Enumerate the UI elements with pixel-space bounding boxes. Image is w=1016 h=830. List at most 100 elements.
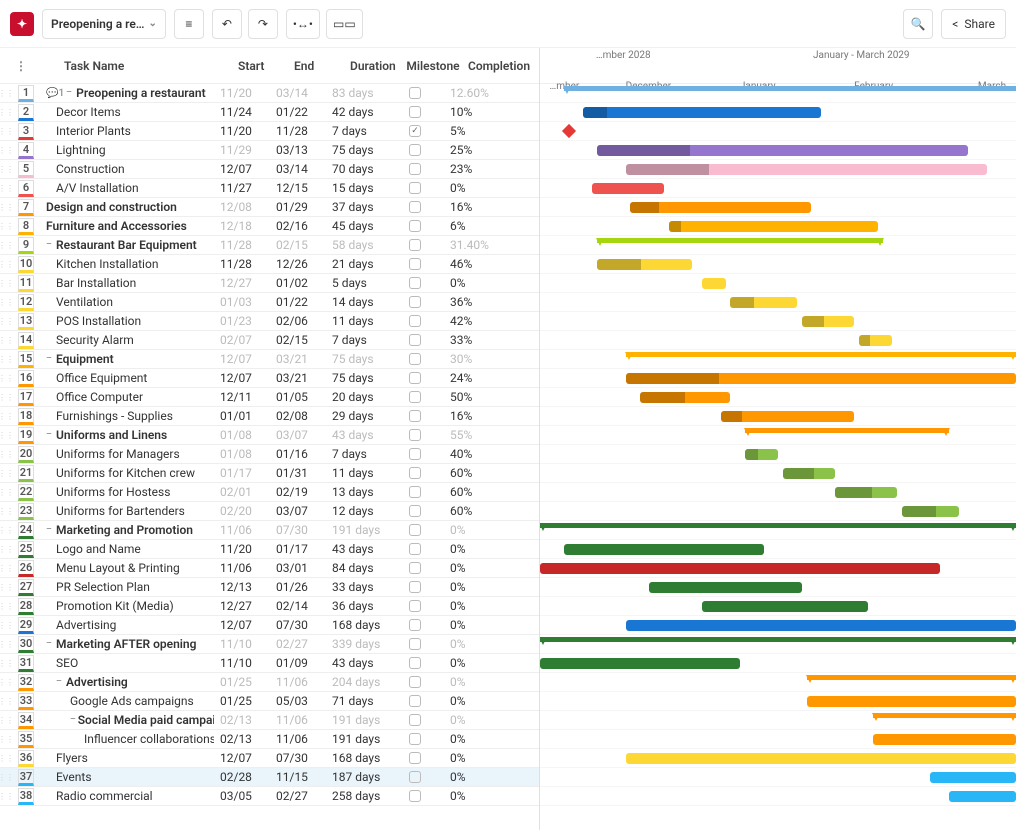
completion-cell[interactable]: 0% bbox=[444, 599, 514, 613]
duration-cell[interactable]: 71 days bbox=[326, 694, 386, 708]
completion-cell[interactable]: 0% bbox=[444, 675, 514, 689]
end-cell[interactable]: 02/27 bbox=[270, 637, 326, 651]
table-row[interactable]: ⋮⋮17Office Computer12/1101/0520 days50% bbox=[0, 388, 539, 407]
milestone-checkbox[interactable] bbox=[409, 239, 421, 251]
completion-cell[interactable]: 0% bbox=[444, 751, 514, 765]
collapse-icon[interactable]: – bbox=[46, 525, 54, 535]
task-bar[interactable] bbox=[597, 145, 968, 156]
completion-cell[interactable]: 0% bbox=[444, 580, 514, 594]
end-cell[interactable]: 02/19 bbox=[270, 485, 326, 499]
table-row[interactable]: ⋮⋮30–Marketing AFTER opening11/1002/2733… bbox=[0, 635, 539, 654]
gantt-row[interactable] bbox=[540, 692, 1016, 711]
end-cell[interactable]: 12/26 bbox=[270, 257, 326, 271]
completion-cell[interactable]: 42% bbox=[444, 314, 514, 328]
duration-cell[interactable]: 7 days bbox=[326, 333, 386, 347]
redo-button[interactable]: ↷ bbox=[248, 9, 278, 39]
gantt-row[interactable] bbox=[540, 673, 1016, 692]
col-task-name[interactable]: Task Name bbox=[58, 59, 232, 73]
completion-cell[interactable]: 16% bbox=[444, 409, 514, 423]
start-cell[interactable]: 02/28 bbox=[214, 770, 270, 784]
drag-handle-icon[interactable]: ⋮⋮ bbox=[0, 735, 12, 744]
task-bar[interactable] bbox=[802, 316, 854, 327]
gantt-row[interactable] bbox=[540, 578, 1016, 597]
drag-handle-icon[interactable]: ⋮⋮ bbox=[0, 279, 12, 288]
task-bar[interactable] bbox=[949, 791, 1016, 802]
duration-cell[interactable]: 339 days bbox=[326, 637, 386, 651]
task-bar[interactable] bbox=[807, 696, 1016, 707]
milestone-checkbox[interactable] bbox=[409, 201, 421, 213]
end-cell[interactable]: 01/22 bbox=[270, 295, 326, 309]
gantt-row[interactable] bbox=[540, 236, 1016, 255]
task-bar[interactable] bbox=[583, 107, 821, 118]
gantt-row[interactable] bbox=[540, 483, 1016, 502]
duration-cell[interactable]: 191 days bbox=[326, 523, 386, 537]
summary-bar[interactable] bbox=[540, 523, 1016, 528]
start-cell[interactable]: 02/13 bbox=[214, 732, 270, 746]
table-row[interactable]: ⋮⋮38Radio commercial03/0502/27258 days0% bbox=[0, 787, 539, 806]
duration-cell[interactable]: 43 days bbox=[326, 428, 386, 442]
drag-handle-icon[interactable]: ⋮⋮ bbox=[0, 374, 12, 383]
duration-cell[interactable]: 7 days bbox=[326, 447, 386, 461]
end-cell[interactable]: 01/16 bbox=[270, 447, 326, 461]
duration-cell[interactable]: 58 days bbox=[326, 238, 386, 252]
milestone-checkbox[interactable] bbox=[409, 714, 421, 726]
duration-cell[interactable]: 11 days bbox=[326, 466, 386, 480]
table-row[interactable]: ⋮⋮3Interior Plants11/2011/287 days✓5% bbox=[0, 122, 539, 141]
drag-handle-icon[interactable]: ⋮⋮ bbox=[0, 507, 12, 516]
start-cell[interactable]: 11/27 bbox=[214, 181, 270, 195]
milestone-checkbox[interactable] bbox=[409, 258, 421, 270]
completion-cell[interactable]: 0% bbox=[444, 276, 514, 290]
drag-handle-icon[interactable]: ⋮⋮ bbox=[0, 621, 12, 630]
duration-cell[interactable]: 33 days bbox=[326, 580, 386, 594]
end-cell[interactable]: 07/30 bbox=[270, 523, 326, 537]
table-row[interactable]: ⋮⋮31SEO11/1001/0943 days0% bbox=[0, 654, 539, 673]
table-row[interactable]: ⋮⋮6A/V Installation11/2712/1515 days0% bbox=[0, 179, 539, 198]
duration-cell[interactable]: 84 days bbox=[326, 561, 386, 575]
end-cell[interactable]: 03/13 bbox=[270, 143, 326, 157]
table-row[interactable]: ⋮⋮2Decor Items11/2401/2242 days10% bbox=[0, 103, 539, 122]
task-bar[interactable] bbox=[597, 259, 692, 270]
task-bar[interactable] bbox=[626, 373, 1016, 384]
completion-cell[interactable]: 0% bbox=[444, 561, 514, 575]
completion-cell[interactable]: 0% bbox=[444, 770, 514, 784]
gantt-row[interactable] bbox=[540, 350, 1016, 369]
completion-cell[interactable]: 31.40% bbox=[444, 238, 514, 252]
start-cell[interactable]: 03/05 bbox=[214, 789, 270, 803]
end-cell[interactable]: 07/30 bbox=[270, 751, 326, 765]
drag-handle-icon[interactable]: ⋮⋮ bbox=[0, 697, 12, 706]
milestone-checkbox[interactable] bbox=[409, 638, 421, 650]
milestone-checkbox[interactable] bbox=[409, 163, 421, 175]
milestone-checkbox[interactable] bbox=[409, 657, 421, 669]
start-cell[interactable]: 11/28 bbox=[214, 238, 270, 252]
task-bar[interactable] bbox=[902, 506, 959, 517]
milestone-checkbox[interactable] bbox=[409, 467, 421, 479]
completion-cell[interactable]: 0% bbox=[444, 618, 514, 632]
table-row[interactable]: ⋮⋮4Lightning11/2903/1375 days25% bbox=[0, 141, 539, 160]
task-name-cell[interactable]: Ventilation bbox=[40, 295, 214, 309]
drag-handle-icon[interactable]: ⋮⋮ bbox=[0, 545, 12, 554]
task-name-cell[interactable]: Menu Layout & Printing bbox=[40, 561, 214, 575]
duration-cell[interactable]: 83 days bbox=[326, 86, 386, 100]
completion-cell[interactable]: 46% bbox=[444, 257, 514, 271]
task-bar[interactable] bbox=[649, 582, 801, 593]
end-cell[interactable]: 01/09 bbox=[270, 656, 326, 670]
task-name-cell[interactable]: –Uniforms and Linens bbox=[40, 428, 214, 442]
gantt-row[interactable] bbox=[540, 502, 1016, 521]
task-name-cell[interactable]: Lightning bbox=[40, 143, 214, 157]
task-name-cell[interactable]: SEO bbox=[40, 656, 214, 670]
col-completion[interactable]: Completion bbox=[462, 59, 532, 73]
end-cell[interactable]: 03/14 bbox=[270, 86, 326, 100]
task-bar[interactable] bbox=[540, 658, 740, 669]
start-cell[interactable]: 02/20 bbox=[214, 504, 270, 518]
task-name-cell[interactable]: –Advertising bbox=[40, 675, 214, 689]
task-name-cell[interactable]: Uniforms for Managers bbox=[40, 447, 214, 461]
task-name-cell[interactable]: Security Alarm bbox=[40, 333, 214, 347]
completion-cell[interactable]: 0% bbox=[444, 542, 514, 556]
end-cell[interactable]: 01/26 bbox=[270, 580, 326, 594]
completion-cell[interactable]: 0% bbox=[444, 181, 514, 195]
search-button[interactable]: 🔍 bbox=[903, 9, 933, 39]
task-name-cell[interactable]: –Restaurant Bar Equipment bbox=[40, 238, 214, 252]
start-cell[interactable]: 02/01 bbox=[214, 485, 270, 499]
end-cell[interactable]: 03/21 bbox=[270, 352, 326, 366]
gantt-row[interactable] bbox=[540, 160, 1016, 179]
